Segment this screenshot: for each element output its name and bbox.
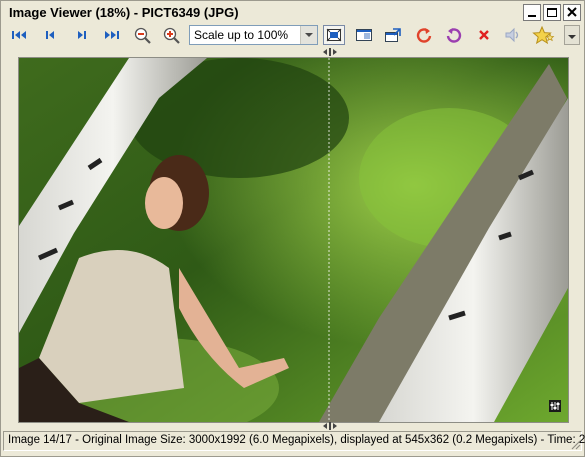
first-image-button[interactable] [9, 25, 31, 45]
chevron-down-icon [305, 33, 313, 37]
fit-to-window-icon [326, 28, 342, 42]
rotate-counterclockwise-icon [446, 28, 462, 43]
star-rating-button[interactable] [532, 25, 555, 45]
fit-to-window-button[interactable] [323, 25, 345, 45]
delete-button[interactable] [473, 25, 495, 45]
last-image-button[interactable] [101, 25, 123, 45]
splitter-handle-top[interactable] [322, 48, 338, 56]
toolbar-options-button[interactable] [564, 25, 580, 45]
minimize-button[interactable] [523, 4, 541, 21]
title-bar[interactable]: Image Viewer (18%) - PICT6349 (JPG) [1, 1, 584, 25]
zoom-in-button[interactable] [161, 25, 183, 45]
delete-icon [479, 30, 489, 40]
image-view[interactable] [18, 57, 569, 423]
splitter-handle-bottom[interactable] [322, 422, 338, 430]
full-screen-button[interactable] [353, 25, 375, 45]
zoom-out-icon [134, 27, 151, 44]
rotate-clockwise-icon [416, 28, 432, 43]
photo [19, 58, 568, 422]
resize-grip-icon[interactable] [569, 438, 581, 450]
close-button[interactable] [563, 4, 581, 21]
close-icon [567, 7, 577, 17]
open-external-button[interactable] [382, 25, 404, 45]
zoom-mode-dropdown-button[interactable] [300, 26, 317, 44]
zoom-in-icon [163, 27, 180, 44]
open-external-icon [385, 28, 401, 42]
previous-image-icon [46, 31, 54, 39]
minimize-icon [528, 15, 536, 17]
toolbar-options-icon [564, 25, 580, 45]
zoom-out-button[interactable] [132, 25, 154, 45]
full-screen-icon [356, 29, 372, 41]
speaker-button[interactable] [502, 25, 524, 45]
toolbar: Scale up to 100% [1, 25, 584, 47]
star-rating-icon [532, 25, 555, 45]
first-image-icon [12, 31, 26, 39]
next-image-button[interactable] [71, 25, 93, 45]
adjust-icon[interactable] [549, 400, 561, 412]
image-viewer-window: Image Viewer (18%) - PICT6349 (JPG) Scal… [0, 0, 585, 457]
maximize-button[interactable] [543, 4, 561, 21]
zoom-mode-select[interactable]: Scale up to 100% [189, 25, 318, 45]
last-image-icon [105, 31, 119, 39]
status-bar: Image 14/17 - Original Image Size: 3000x… [3, 431, 585, 451]
speaker-icon [505, 27, 519, 43]
previous-image-button[interactable] [39, 25, 61, 45]
next-image-icon [78, 31, 86, 39]
status-text: Image 14/17 - Original Image Size: 3000x… [8, 434, 585, 446]
window-title: Image Viewer (18%) - PICT6349 (JPG) [9, 5, 239, 20]
rotate-clockwise-button[interactable] [413, 25, 435, 45]
rotate-counterclockwise-button[interactable] [443, 25, 465, 45]
maximize-icon [547, 8, 557, 17]
zoom-mode-value: Scale up to 100% [194, 28, 289, 42]
